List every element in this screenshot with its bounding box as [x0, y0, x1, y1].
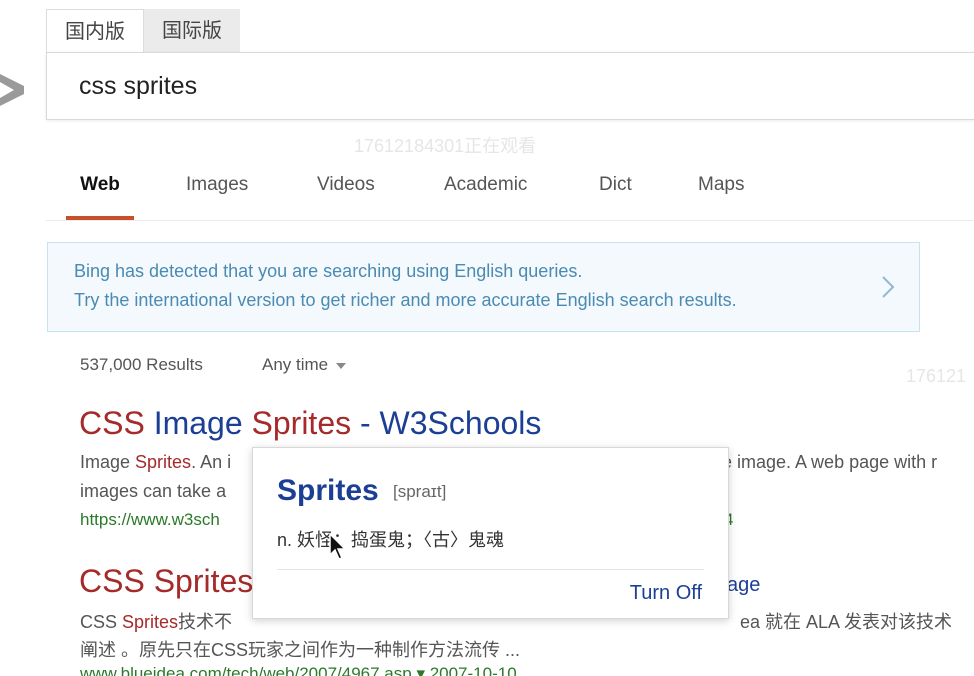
region-tabs: 国内版 国际版	[46, 9, 240, 54]
dictionary-popup: Sprites [spraɪt] n. 妖怪；捣蛋鬼；〈古〉鬼魂 Turn Of…	[252, 447, 729, 619]
tab-maps[interactable]: Maps	[698, 160, 744, 216]
time-filter-label: Any time	[262, 355, 329, 374]
result-title-2[interactable]: CSS Sprites	[79, 563, 253, 600]
snippet-text: 技术不	[178, 612, 233, 632]
result-url-2[interactable]: www.blueidea.com/tech/web/2007/4967.asp …	[80, 664, 517, 676]
banner-line-2: Try the international version to get ric…	[74, 290, 737, 310]
result-title-highlight: Sprites	[251, 405, 352, 441]
caret-down-icon	[336, 362, 347, 369]
popup-divider	[277, 569, 704, 570]
watermark-text: 17612184301正在观看	[354, 136, 537, 156]
time-filter-dropdown[interactable]: Any time	[262, 355, 347, 375]
result-snippet-1-right: le image. A web page with r	[718, 452, 938, 472]
watermark-text-2: 176121	[906, 366, 967, 386]
snippet-highlight: Sprites	[122, 612, 179, 632]
snippet-highlight: Sprites	[135, 452, 192, 472]
tab-international[interactable]: 国际版	[144, 9, 240, 53]
result-snippet-1: Image Sprites. An i	[80, 452, 231, 473]
result-title-2-tail: age	[727, 574, 760, 597]
results-count: 537,000 Results	[80, 355, 203, 374]
international-version-banner[interactable]: Bing has detected that you are searching…	[47, 242, 920, 332]
result-title-highlight: CSS Sprites	[79, 563, 254, 599]
search-nav: Web Images Videos Academic Dict Maps	[46, 160, 974, 221]
tab-academic[interactable]: Academic	[444, 160, 527, 216]
snippet-text: CSS	[80, 612, 123, 632]
result-snippet-2: CSS Sprites技术不	[80, 608, 232, 634]
snippet-text: . An i	[191, 452, 232, 472]
tab-videos[interactable]: Videos	[317, 160, 375, 216]
search-input[interactable]	[79, 53, 879, 119]
popup-phonetic: [spraɪt]	[393, 482, 447, 501]
snippet-text: Image	[80, 452, 136, 472]
result-url-1[interactable]: https://www.w3sch	[80, 510, 220, 530]
result-title-highlight: CSS	[79, 405, 154, 441]
popup-word: Sprites	[277, 474, 379, 507]
result-title-text: age	[727, 574, 761, 596]
result-snippet-2-line2: 阐述 。原先只在CSS玩家之间作为一种制作方法流传 ...	[80, 640, 521, 660]
tab-domestic[interactable]: 国内版	[46, 9, 144, 54]
mouse-cursor-icon	[329, 533, 346, 560]
search-box	[46, 52, 974, 120]
result-title-text: - W3Schools	[351, 405, 542, 441]
bing-arrow-icon	[0, 74, 24, 106]
popup-definition: n. 妖怪；捣蛋鬼；〈古〉鬼魂	[277, 530, 505, 550]
result-title-text: Image	[153, 405, 252, 441]
result-title-1[interactable]: CSS Image Sprites - W3Schools	[79, 405, 541, 442]
result-snippet-1-line2: images can take a	[80, 481, 227, 501]
tab-images[interactable]: Images	[186, 160, 248, 216]
tab-dict[interactable]: Dict	[599, 160, 632, 216]
banner-line-1: Bing has detected that you are searching…	[74, 261, 583, 281]
result-snippet-2-right: ea 就在 ALA 发表对该技术	[740, 612, 953, 632]
chevron-right-icon	[882, 276, 895, 298]
tab-web[interactable]: Web	[66, 160, 134, 220]
turn-off-link[interactable]: Turn Off	[630, 582, 702, 605]
